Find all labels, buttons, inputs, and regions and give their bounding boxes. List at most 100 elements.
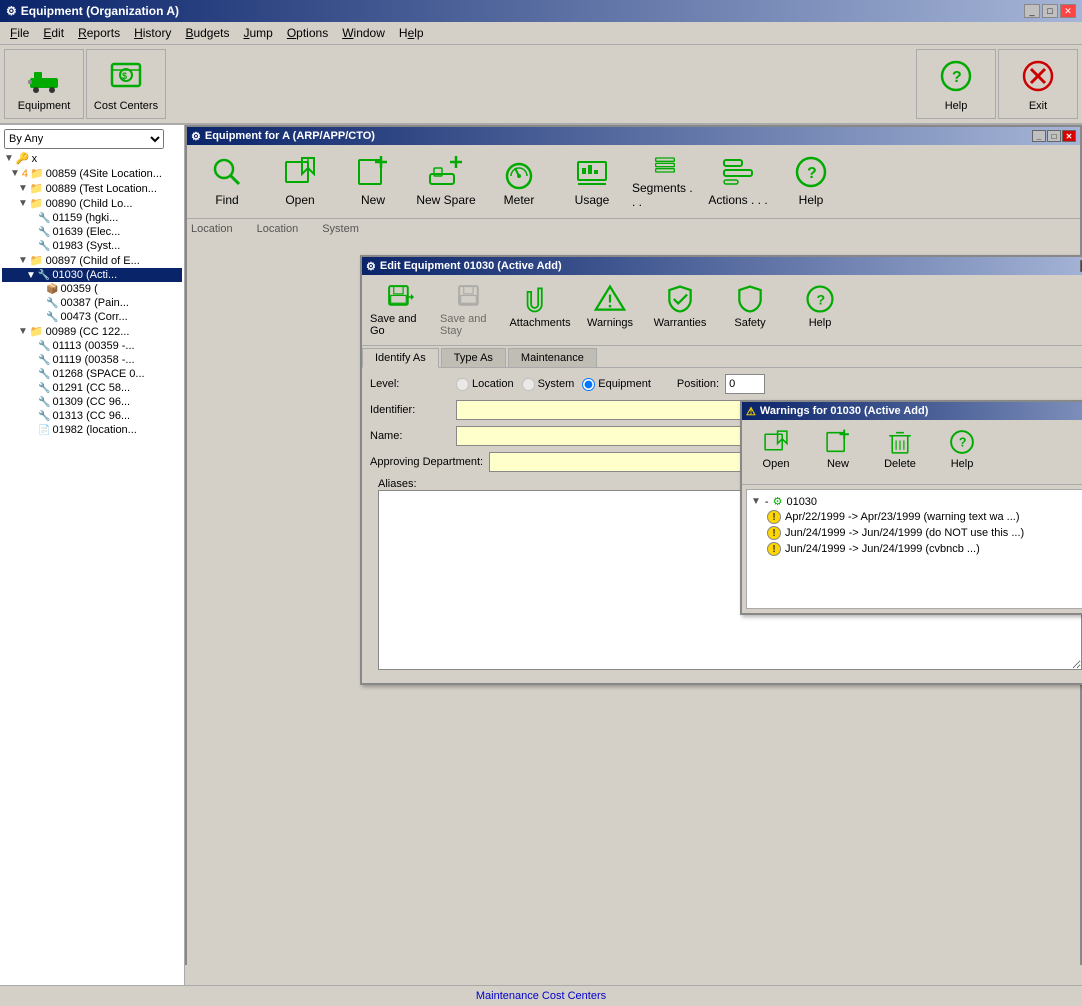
tree-filter-dropdown[interactable]: By Any By Name By ID — [4, 129, 164, 149]
equip-new-label: New — [361, 193, 385, 207]
tree-item-loc890[interactable]: ▼ 📁 00890 (Child Lo... — [2, 196, 182, 211]
level-location[interactable]: Location — [456, 378, 514, 391]
toolbar-help[interactable]: ? Help — [916, 49, 996, 119]
warn-item-2[interactable]: ! Jun/24/1999 -> Jun/24/1999 (do NOT use… — [751, 525, 1082, 541]
equip-help-btn[interactable]: ? Help — [775, 149, 847, 214]
toolbar-exit[interactable]: Exit — [998, 49, 1078, 119]
equip-close-button[interactable]: ✕ — [1062, 130, 1076, 142]
tree-item-eq01159[interactable]: 🔧 01159 (hgki... — [2, 211, 182, 225]
warnings-title: Warnings for 01030 (Active Add) — [760, 405, 929, 417]
toolbar-cost-centers[interactable]: $ Cost Centers — [86, 49, 166, 119]
edit-window-title-bar[interactable]: ⚙ Edit Equipment 01030 (Active Add) ✕ — [362, 257, 1082, 275]
edit-warranties-btn[interactable]: Warranties — [646, 279, 714, 341]
menu-jump[interactable]: Jump — [237, 24, 278, 42]
equip-open-btn[interactable]: Open — [264, 149, 336, 214]
attachments-icon — [524, 283, 556, 315]
actions-icon — [720, 154, 756, 190]
tree-item-eq01119[interactable]: 🔧 01119 (00358 -... — [2, 353, 182, 367]
level-location-radio[interactable] — [456, 378, 469, 391]
warnings-help-icon: ? — [948, 428, 976, 456]
edit-warnings-btn[interactable]: Warnings — [576, 279, 644, 341]
warnings-help-btn[interactable]: ? Help — [932, 424, 992, 480]
equip-maximize-button[interactable]: □ — [1047, 130, 1061, 142]
toolbar-equipment[interactable]: Equipment — [4, 49, 84, 119]
equip-new-spare-btn[interactable]: New Spare — [410, 149, 482, 214]
tab-identify-as[interactable]: Identify As — [362, 348, 439, 368]
tree-root[interactable]: ▼ 🔑 x — [2, 151, 182, 166]
menu-options[interactable]: Options — [281, 24, 334, 42]
level-radio-group: Location System Equipment — [456, 378, 651, 391]
equip-new-btn[interactable]: New — [337, 149, 409, 214]
tree-item-eq01982[interactable]: 📄 01982 (location... — [2, 423, 182, 437]
equip-window-title: Equipment for A (ARP/APP/CTO) — [205, 130, 375, 142]
svg-text:?: ? — [952, 69, 962, 86]
tab-maintenance[interactable]: Maintenance — [508, 348, 597, 367]
level-system-radio[interactable] — [522, 378, 535, 391]
edit-attachments-btn[interactable]: Attachments — [506, 279, 574, 341]
close-button[interactable]: ✕ — [1060, 4, 1076, 18]
equip-open-label: Open — [285, 193, 314, 207]
level-location-label: Location — [472, 378, 514, 390]
edit-safety-btn[interactable]: Safety — [716, 279, 784, 341]
warnings-open-btn[interactable]: Open — [746, 424, 806, 480]
equip-find-btn[interactable]: Find — [191, 149, 263, 214]
edit-save-stay-btn[interactable]: Save and Stay — [436, 279, 504, 341]
tree-item-eq00897[interactable]: ▼ 📁 00897 (Child of E... — [2, 253, 182, 268]
level-system-label: System — [538, 378, 575, 390]
equip-meter-label: Meter — [504, 193, 535, 207]
position-input[interactable] — [725, 374, 765, 394]
tree-item-eq00989[interactable]: ▼ 📁 00989 (CC 122... — [2, 324, 182, 339]
level-equipment-radio[interactable] — [582, 378, 595, 391]
tree-item-eq01639[interactable]: 🔧 01639 (Elec... — [2, 225, 182, 239]
equip-segments-btn[interactable]: Segments . . . — [629, 149, 701, 214]
tree-item-eq01313[interactable]: 🔧 01313 (CC 96... — [2, 409, 182, 423]
warn-icon-2: ! — [767, 526, 781, 540]
equip-minimize-button[interactable]: _ — [1032, 130, 1046, 142]
tree-item-eq00359[interactable]: 📦 00359 ( — [2, 282, 182, 296]
menu-file[interactable]: File — [4, 24, 35, 42]
menu-window[interactable]: Window — [336, 24, 391, 42]
tab-type-as[interactable]: Type As — [441, 348, 506, 367]
name-input[interactable]: Active Add — [456, 426, 776, 446]
warnings-title-bar[interactable]: ⚠ Warnings for 01030 (Active Add) _ □ ✕ — [742, 402, 1082, 420]
tree-item-eq00387[interactable]: 🔧 00387 (Pain... — [2, 296, 182, 310]
tree-item-loc889[interactable]: ▼ 📁 00889 (Test Location... — [2, 181, 182, 196]
edit-help-btn[interactable]: ? Help — [786, 279, 854, 341]
warn-item-1[interactable]: ! Apr/22/1999 -> Apr/23/1999 (warning te… — [751, 509, 1082, 525]
edit-save-go-btn[interactable]: Save and Go — [366, 279, 434, 341]
tree-item-eq01309[interactable]: 🔧 01309 (CC 96... — [2, 395, 182, 409]
tree-item-eq01030[interactable]: ▼ 🔧 01030 (Acti... — [2, 268, 182, 282]
tree-header: By Any By Name By ID — [2, 127, 182, 151]
menu-edit[interactable]: Edit — [37, 24, 70, 42]
warnings-new-icon — [824, 428, 852, 456]
tree-item-eq01983[interactable]: 🔧 01983 (Syst... — [2, 239, 182, 253]
warnings-delete-btn[interactable]: Delete — [870, 424, 930, 480]
menu-history[interactable]: History — [128, 24, 177, 42]
menu-bar: File Edit Reports History Budgets Jump O… — [0, 22, 1082, 45]
equip-segments-label: Segments . . . — [632, 181, 698, 209]
menu-reports[interactable]: Reports — [72, 24, 126, 42]
menu-budgets[interactable]: Budgets — [179, 24, 235, 42]
tree-item-loc4[interactable]: ▼ 4 📁 00859 (4Site Location... — [2, 166, 182, 181]
warn-text-2: Jun/24/1999 -> Jun/24/1999 (do NOT use t… — [785, 527, 1024, 539]
maximize-button[interactable]: □ — [1042, 4, 1058, 18]
menu-help[interactable]: Help — [393, 24, 430, 42]
equip-actions-btn[interactable]: Actions . . . — [702, 149, 774, 214]
level-equipment[interactable]: Equipment — [582, 378, 651, 391]
equip-meter-btn[interactable]: Meter — [483, 149, 555, 214]
edit-help-label: Help — [809, 317, 832, 329]
edit-warranties-label: Warranties — [654, 317, 707, 329]
equipment-icon — [24, 56, 64, 96]
tree-item-eq00473[interactable]: 🔧 00473 (Corr... — [2, 310, 182, 324]
minimize-button[interactable]: _ — [1024, 4, 1040, 18]
identifier-input[interactable]: 01030 — [456, 400, 776, 420]
find-icon — [209, 154, 245, 190]
equip-window-title-bar[interactable]: ⚙ Equipment for A (ARP/APP/CTO) _ □ ✕ — [187, 127, 1080, 145]
tree-item-eq01113[interactable]: 🔧 01113 (00359 -... — [2, 339, 182, 353]
level-system[interactable]: System — [522, 378, 575, 391]
equip-usage-btn[interactable]: Usage — [556, 149, 628, 214]
warnings-new-btn[interactable]: New — [808, 424, 868, 480]
tree-item-eq01268[interactable]: 🔧 01268 (SPACE 0... — [2, 367, 182, 381]
warn-item-3[interactable]: ! Jun/24/1999 -> Jun/24/1999 (cvbncb ...… — [751, 541, 1082, 557]
tree-item-eq01291[interactable]: 🔧 01291 (CC 58... — [2, 381, 182, 395]
